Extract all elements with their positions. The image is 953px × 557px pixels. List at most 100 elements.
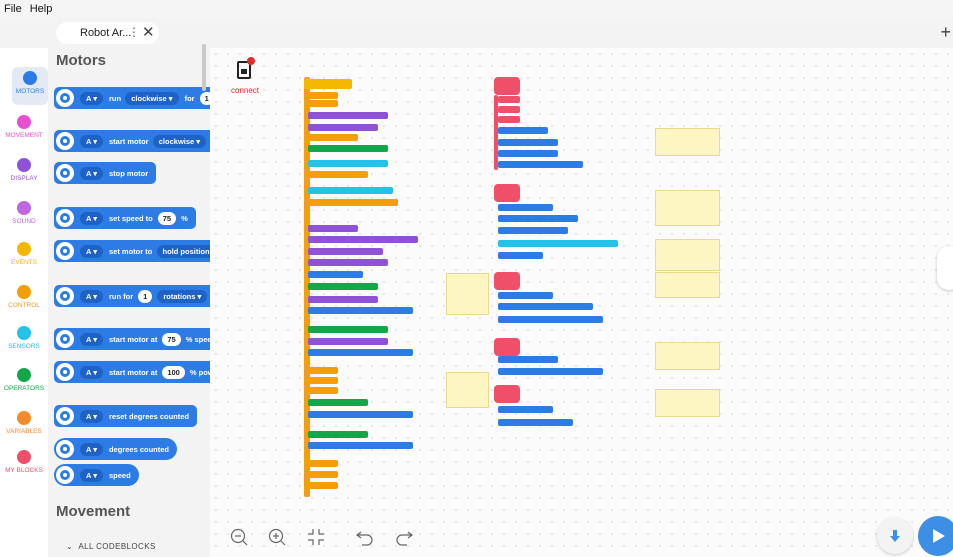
program-block[interactable] (308, 460, 338, 467)
palette-scrollbar[interactable] (202, 44, 206, 91)
value-input[interactable]: 1 (138, 289, 153, 303)
define-sub-block[interactable] (498, 252, 543, 259)
block-start-motor-power[interactable]: A ▾ start motor at 100 % powe (54, 361, 210, 383)
define-block[interactable] (494, 272, 520, 290)
download-button[interactable] (877, 518, 913, 554)
all-codeblocks-toggle[interactable]: ⌄ ALL CODEBLOCKS (66, 542, 156, 551)
program-block[interactable] (308, 471, 338, 478)
port-dropdown[interactable]: A ▾ (80, 211, 103, 225)
program-block[interactable] (308, 387, 338, 394)
define-sub-block[interactable] (498, 406, 553, 413)
define-sub-block[interactable] (498, 204, 553, 211)
block-run-for[interactable]: A ▾ run for 1 rotations ▾ (54, 285, 210, 307)
program-block[interactable] (308, 399, 368, 406)
unit-dropdown[interactable]: rotations ▾ (157, 289, 208, 303)
program-block[interactable] (308, 349, 413, 356)
category-my-blocks[interactable]: MY BLOCKS (0, 446, 48, 484)
port-dropdown[interactable]: A ▾ (80, 332, 103, 346)
value-input[interactable]: 1 (199, 91, 210, 105)
comment-note[interactable] (655, 389, 720, 417)
program-block[interactable] (308, 296, 378, 303)
direction-dropdown[interactable]: clockwise ▾ (125, 91, 179, 105)
program-block[interactable] (308, 92, 338, 99)
block-run-motor[interactable]: A ▾ run clockwise ▾ for 1 (54, 87, 210, 109)
block-stop-motor[interactable]: A ▾ stop motor (54, 162, 157, 184)
category-variables[interactable]: VARIABLES (0, 407, 48, 445)
side-panel-toggle[interactable] (937, 246, 953, 290)
port-dropdown[interactable]: A ▾ (80, 134, 103, 148)
comment-note[interactable] (655, 239, 720, 271)
define-sub-block[interactable] (498, 368, 603, 375)
add-tab-icon[interactable]: + (940, 22, 951, 43)
category-control[interactable]: CONTROL (0, 281, 48, 319)
program-block[interactable] (308, 100, 338, 107)
program-block[interactable] (308, 367, 338, 374)
define-sub-block[interactable] (498, 96, 520, 103)
block-set-speed[interactable]: A ▾ set speed to 75 % (54, 207, 196, 229)
fit-screen-icon[interactable] (307, 528, 325, 546)
define-sub-block[interactable] (498, 150, 558, 157)
define-block[interactable] (494, 338, 520, 356)
program-block[interactable] (308, 307, 413, 314)
define-block[interactable] (494, 77, 520, 95)
program-block[interactable] (308, 482, 338, 489)
define-sub-block[interactable] (498, 316, 603, 323)
program-block[interactable] (308, 377, 338, 384)
program-block[interactable] (308, 187, 393, 194)
program-block[interactable] (308, 236, 418, 243)
program-block[interactable] (308, 199, 398, 206)
port-dropdown[interactable]: A ▾ (80, 289, 103, 303)
define-sub-block[interactable] (498, 106, 520, 113)
zoom-in-icon[interactable] (268, 528, 286, 546)
comment-note[interactable] (446, 372, 489, 408)
define-block[interactable] (494, 184, 520, 202)
define-sub-block[interactable] (498, 227, 568, 234)
program-block[interactable] (308, 112, 388, 119)
close-icon[interactable]: ✕ (142, 23, 155, 41)
port-dropdown[interactable]: A ▾ (80, 244, 103, 258)
block-start-motor-speed[interactable]: A ▾ start motor at 75 % speed (54, 328, 210, 350)
define-block[interactable] (494, 385, 520, 403)
define-sub-block[interactable] (498, 161, 583, 168)
when-program-starts-block[interactable] (304, 79, 352, 89)
program-block[interactable] (308, 271, 363, 278)
port-dropdown[interactable]: A ▾ (80, 365, 103, 379)
value-input[interactable]: 100 (162, 365, 185, 379)
category-events[interactable]: EVENTS (0, 238, 48, 276)
undo-icon[interactable] (356, 528, 374, 546)
value-input[interactable]: 75 (162, 332, 181, 346)
category-sensors[interactable]: SENSORS (0, 322, 48, 360)
redo-icon[interactable] (395, 528, 413, 546)
tab-menu-icon[interactable]: ⋮ (128, 25, 140, 39)
program-block[interactable] (308, 431, 368, 438)
category-movement[interactable]: MOVEMENT (0, 111, 48, 149)
comment-note[interactable] (655, 190, 720, 226)
program-block[interactable] (308, 411, 413, 418)
define-sub-block[interactable] (498, 139, 558, 146)
comment-note[interactable] (446, 273, 489, 315)
connect-label[interactable]: connect (231, 86, 259, 95)
menu-help[interactable]: Help (30, 3, 53, 15)
program-block[interactable] (308, 160, 388, 167)
program-block[interactable] (308, 338, 388, 345)
block-set-motor-to[interactable]: A ▾ set motor to hold position ▾ (54, 240, 210, 262)
program-block[interactable] (308, 259, 388, 266)
category-motors[interactable]: MOTORS (12, 67, 48, 105)
block-start-motor[interactable]: A ▾ start motor clockwise ▾ (54, 130, 210, 152)
zoom-out-icon[interactable] (230, 528, 248, 546)
comment-note[interactable] (655, 342, 720, 370)
value-input[interactable]: 75 (157, 211, 177, 225)
program-block[interactable] (308, 225, 358, 232)
block-degrees-counted[interactable]: A ▾ degrees counted (54, 438, 178, 460)
menu-file[interactable]: File (4, 3, 22, 15)
program-block[interactable] (308, 283, 378, 290)
define-sub-block[interactable] (498, 240, 618, 247)
direction-dropdown[interactable]: clockwise ▾ (152, 134, 207, 148)
category-operators[interactable]: OPERATORS (0, 364, 48, 402)
define-sub-block[interactable] (498, 215, 578, 222)
run-button[interactable] (918, 516, 953, 556)
define-sub-block[interactable] (498, 116, 520, 123)
comment-note[interactable] (655, 128, 720, 156)
tab-robot-arm[interactable]: Robot Ar... ⋮ ✕ (56, 22, 159, 44)
port-dropdown[interactable]: A ▾ (80, 91, 103, 105)
